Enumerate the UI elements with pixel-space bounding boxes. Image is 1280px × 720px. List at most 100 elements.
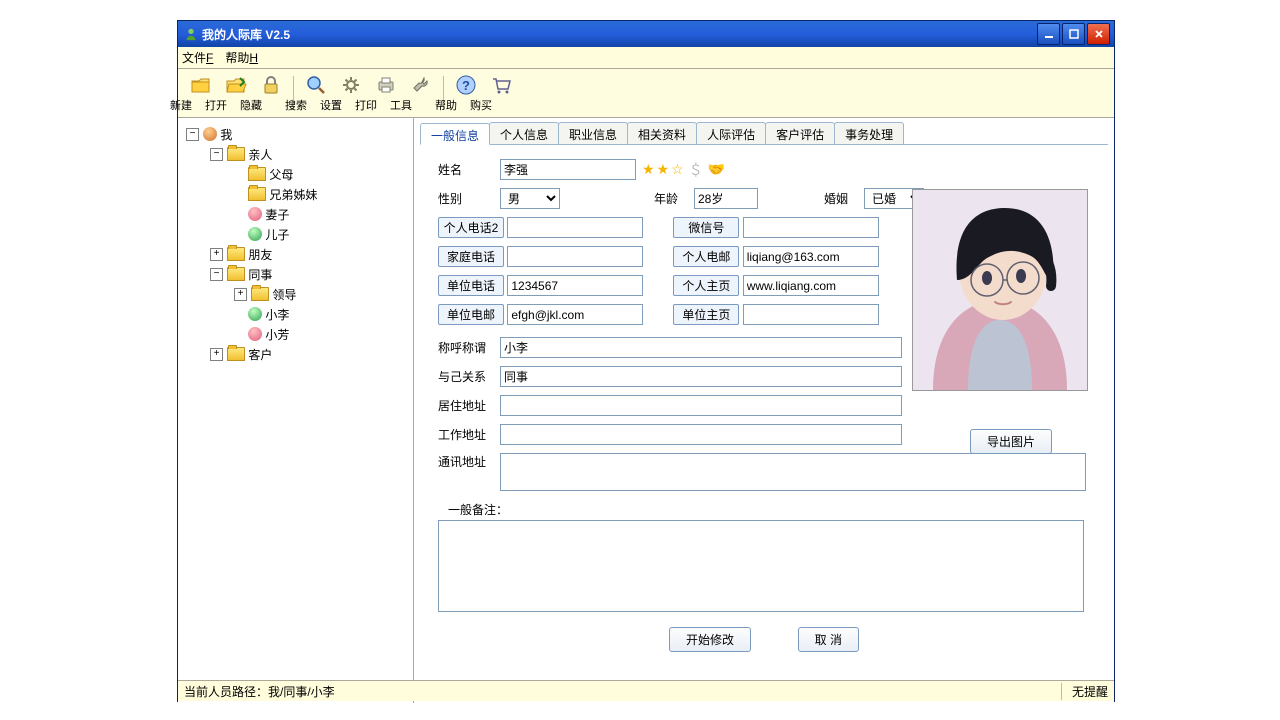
app-window: 我的人际库 V2.5 文件F 帮助H 新建 打开 隐藏 搜索 设置 打印 工具 … — [177, 20, 1115, 702]
label-remarks: 一般备注： — [448, 501, 1090, 518]
tree-node-colleagues[interactable]: − 同事 — [182, 264, 409, 284]
folder-icon — [248, 187, 266, 201]
window-title: 我的人际库 V2.5 — [202, 26, 290, 43]
money-icon: ＄ — [689, 160, 703, 180]
expand-icon[interactable]: + — [210, 348, 223, 361]
homepage-input[interactable] — [743, 275, 879, 296]
person-male-icon — [248, 227, 262, 241]
tree-node-siblings[interactable]: 兄弟姊妹 — [182, 184, 409, 204]
age-input[interactable] — [694, 188, 758, 209]
label-homephone[interactable]: 家庭电话 — [438, 246, 504, 267]
label-marriage: 婚姻 — [824, 190, 864, 207]
remarks-textarea[interactable] — [438, 520, 1084, 612]
toolbar-buy[interactable]: 购买 — [484, 73, 518, 113]
contact-photo[interactable] — [912, 189, 1088, 391]
toolbar-tools[interactable]: 工具 — [404, 73, 438, 113]
person-icon — [203, 127, 217, 141]
cart-icon — [490, 74, 512, 96]
tab-related[interactable]: 相关资料 — [627, 122, 697, 144]
expand-icon[interactable]: + — [210, 248, 223, 261]
label-phone2[interactable]: 个人电话2 — [438, 217, 504, 238]
tab-bar: 一般信息 个人信息 职业信息 相关资料 人际评估 客户评估 事务处理 — [420, 122, 1108, 145]
maximize-button[interactable] — [1062, 23, 1085, 45]
label-name: 姓名 — [438, 161, 500, 178]
folder-new-icon — [190, 74, 212, 96]
label-age: 年龄 — [654, 190, 694, 207]
print-icon — [375, 74, 397, 96]
label-homeaddr: 居住地址 — [438, 397, 500, 414]
label-mailaddr: 通讯地址 — [438, 453, 500, 470]
tab-social-eval[interactable]: 人际评估 — [696, 122, 766, 144]
menu-file[interactable]: 文件F — [182, 49, 213, 66]
close-button[interactable] — [1087, 23, 1110, 45]
label-nickname: 称呼称谓 — [438, 339, 500, 356]
label-workpage[interactable]: 单位主页 — [673, 304, 739, 325]
star-icon: ★ — [642, 161, 655, 178]
folder-icon — [227, 347, 245, 361]
gear-icon — [340, 74, 362, 96]
app-icon — [184, 27, 198, 41]
status-bar: 当前人员路径：我/同事/小李 无提醒 — [178, 680, 1114, 701]
label-gender: 性别 — [438, 190, 500, 207]
folder-icon — [227, 247, 245, 261]
workemail-input[interactable] — [507, 304, 643, 325]
collapse-icon[interactable]: − — [210, 148, 223, 161]
workphone-input[interactable] — [507, 275, 643, 296]
lock-icon — [260, 74, 282, 96]
start-edit-button[interactable]: 开始修改 — [669, 627, 751, 652]
tree-node-parents[interactable]: 父母 — [182, 164, 409, 184]
person-female-icon — [248, 327, 262, 341]
tree-node-xiaoli[interactable]: 小李 — [182, 304, 409, 324]
expand-icon[interactable]: + — [234, 288, 247, 301]
export-photo-button[interactable]: 导出图片 — [970, 429, 1052, 454]
tab-affairs[interactable]: 事务处理 — [834, 122, 904, 144]
label-wechat[interactable]: 微信号 — [673, 217, 739, 238]
homeaddr-input[interactable] — [500, 395, 902, 416]
tab-career[interactable]: 职业信息 — [558, 122, 628, 144]
label-workemail[interactable]: 单位电邮 — [438, 304, 504, 325]
tree-node-friends[interactable]: + 朋友 — [182, 244, 409, 264]
phone2-input[interactable] — [507, 217, 643, 238]
label-workphone[interactable]: 单位电话 — [438, 275, 504, 296]
status-reminder: 无提醒 — [1061, 683, 1108, 700]
relation-input[interactable] — [500, 366, 902, 387]
toolbar-hide[interactable]: 隐藏 — [254, 73, 288, 113]
title-bar[interactable]: 我的人际库 V2.5 — [178, 21, 1114, 47]
content-pane: 一般信息 个人信息 职业信息 相关资料 人际评估 客户评估 事务处理 — [414, 118, 1114, 703]
wrench-icon — [410, 74, 432, 96]
label-homepage[interactable]: 个人主页 — [673, 275, 739, 296]
collapse-icon[interactable]: − — [186, 128, 199, 141]
help-icon: ? — [455, 74, 477, 96]
folder-icon — [227, 267, 245, 281]
folder-icon — [248, 167, 266, 181]
workpage-input[interactable] — [743, 304, 879, 325]
name-input[interactable] — [500, 159, 636, 180]
cancel-button[interactable]: 取 消 — [798, 627, 859, 652]
menu-help[interactable]: 帮助H — [225, 49, 258, 66]
tree-node-wife[interactable]: 妻子 — [182, 204, 409, 224]
tab-personal[interactable]: 个人信息 — [489, 122, 559, 144]
tree-node-xiaofang[interactable]: 小芳 — [182, 324, 409, 344]
minimize-button[interactable] — [1037, 23, 1060, 45]
workaddr-input[interactable] — [500, 424, 902, 445]
tab-general[interactable]: 一般信息 — [420, 123, 490, 145]
tab-client-eval[interactable]: 客户评估 — [765, 122, 835, 144]
rating-stars[interactable]: ★ ★ ☆ ＄ 🤝 — [642, 160, 725, 180]
folder-icon — [227, 147, 245, 161]
label-email[interactable]: 个人电邮 — [673, 246, 739, 267]
tree-node-family[interactable]: − 亲人 — [182, 144, 409, 164]
gender-select[interactable]: 男 — [500, 188, 560, 209]
tree-node-clients[interactable]: + 客户 — [182, 344, 409, 364]
homephone-input[interactable] — [507, 246, 643, 267]
tree-node-me[interactable]: − 我 — [182, 124, 409, 144]
nickname-input[interactable] — [500, 337, 902, 358]
mailaddr-input[interactable] — [500, 453, 1086, 491]
toolbar: 新建 打开 隐藏 搜索 设置 打印 工具 ?帮助 购买 — [178, 69, 1114, 118]
wechat-input[interactable] — [743, 217, 879, 238]
contact-tree[interactable]: − 我 − 亲人 父母 兄弟姊妹 妻子 儿子 + 朋友 − 同事 + 领导 小李… — [178, 118, 414, 703]
collapse-icon[interactable]: − — [210, 268, 223, 281]
tree-node-leaders[interactable]: + 领导 — [182, 284, 409, 304]
star-icon: ★ — [657, 161, 670, 178]
tree-node-son[interactable]: 儿子 — [182, 224, 409, 244]
email-input[interactable] — [743, 246, 879, 267]
